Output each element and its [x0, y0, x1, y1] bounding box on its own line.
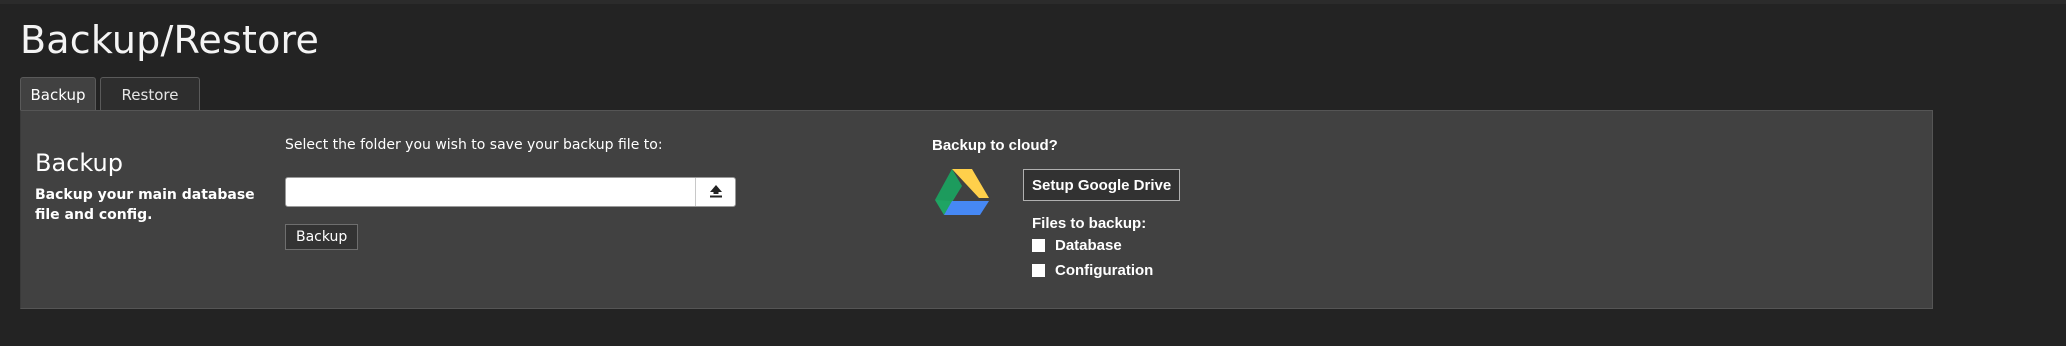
backup-button[interactable]: Backup — [285, 224, 359, 250]
top-bar — [0, 0, 2066, 4]
backup-panel: Backup Backup your main database file an… — [20, 110, 1933, 309]
tab-backup[interactable]: Backup — [20, 77, 96, 112]
browse-folder-button[interactable] — [695, 178, 735, 206]
files-to-backup-label: Files to backup: — [1032, 215, 1147, 232]
page-title: Backup/Restore — [20, 18, 320, 62]
configuration-label: Configuration — [1055, 262, 1154, 279]
google-drive-logo-icon — [933, 167, 991, 217]
configuration-option[interactable]: Configuration — [1032, 262, 1153, 279]
tab-restore[interactable]: Restore — [100, 77, 200, 111]
database-checkbox[interactable] — [1032, 239, 1045, 252]
folder-path-input[interactable] — [286, 178, 695, 206]
section-title: Backup — [35, 149, 123, 177]
setup-google-drive-button[interactable]: Setup Google Drive — [1023, 169, 1181, 201]
configuration-checkbox[interactable] — [1032, 264, 1045, 277]
section-description: Backup your main database file and confi… — [35, 187, 255, 223]
folder-input-group — [285, 177, 736, 207]
cloud-backup-title: Backup to cloud? — [932, 137, 1058, 154]
upload-icon — [709, 184, 723, 201]
folder-label: Select the folder you wish to save your … — [285, 137, 663, 153]
database-label: Database — [1055, 237, 1122, 254]
database-option[interactable]: Database — [1032, 237, 1122, 254]
